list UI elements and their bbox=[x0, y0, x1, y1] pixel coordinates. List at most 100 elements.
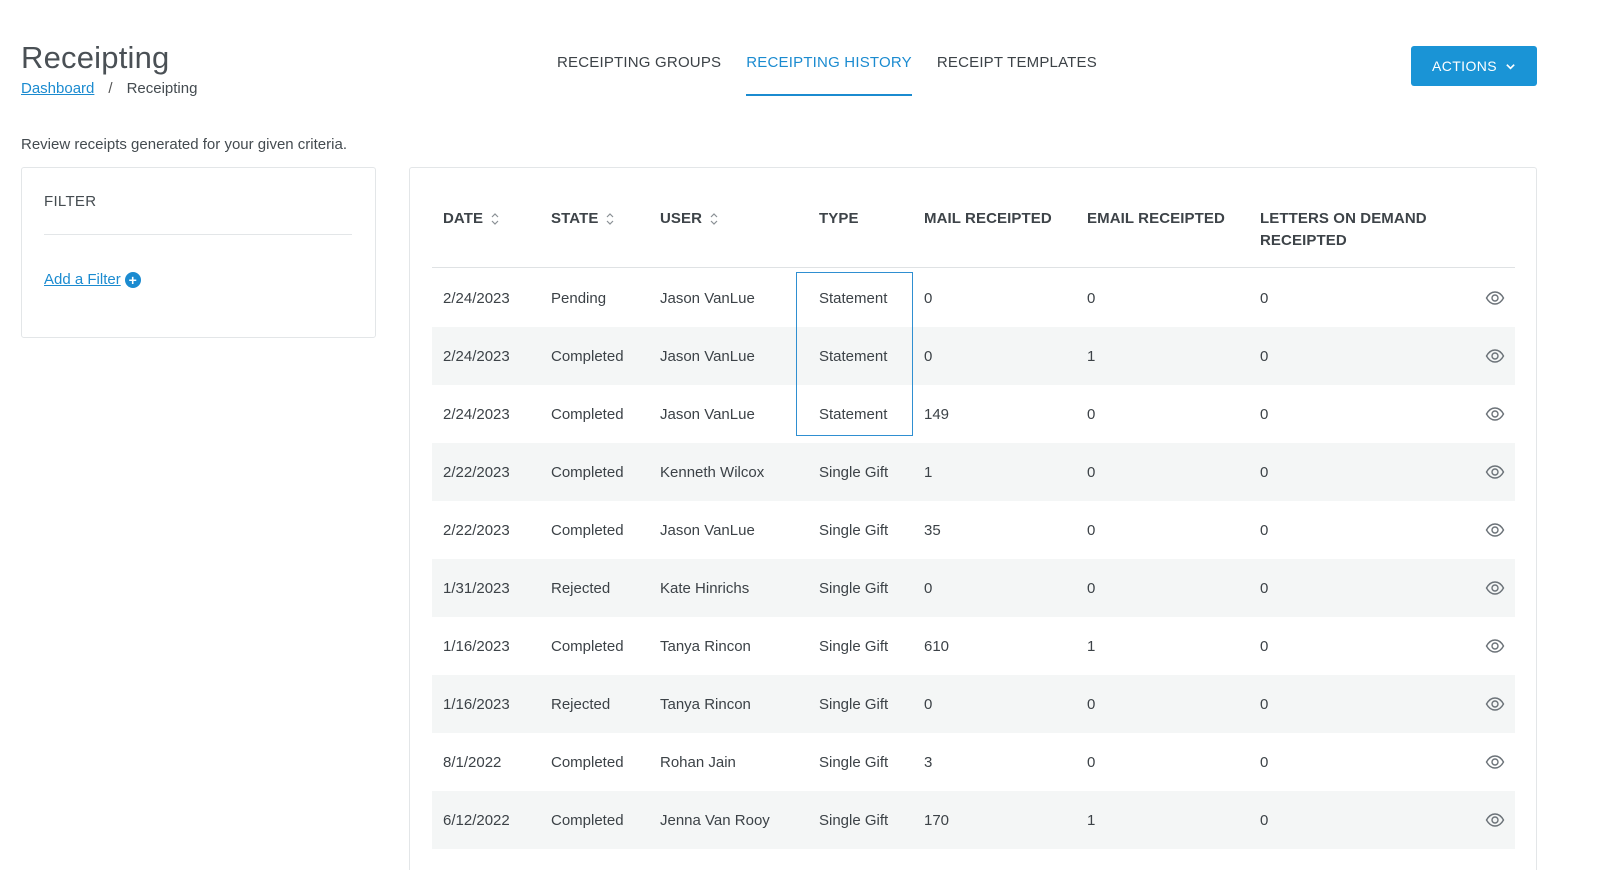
cell-letters-on-demand: 0 bbox=[1260, 463, 1269, 481]
cell-user: Tanya Rincon bbox=[660, 637, 751, 655]
cell-email-receipted: 0 bbox=[1087, 289, 1096, 307]
cell-letters-on-demand: 0 bbox=[1260, 405, 1269, 423]
sort-icon bbox=[710, 213, 718, 225]
column-label: EMAIL RECEIPTED bbox=[1087, 210, 1225, 227]
cell-user: Jason VanLue bbox=[660, 405, 755, 423]
cell-date: 6/12/2022 bbox=[443, 811, 510, 829]
table-row: 2/24/2023 Completed Jason VanLue Statement 1… bbox=[432, 385, 1515, 443]
table-row: 2/22/2023 Completed Kenneth Wilcox Single G… bbox=[432, 443, 1515, 501]
cell-email-receipted: 1 bbox=[1087, 347, 1096, 365]
column-header-mail-receipted: MAIL RECEIPTED bbox=[924, 208, 1052, 230]
cell-type: Single Gift bbox=[819, 521, 889, 539]
eye-icon[interactable] bbox=[1485, 637, 1505, 655]
cell-type: Statement bbox=[819, 347, 888, 365]
column-label: LETTERS ON DEMAND RECEIPTED bbox=[1260, 210, 1427, 249]
cell-type: Single Gift bbox=[819, 579, 889, 597]
cell-email-receipted: 0 bbox=[1087, 521, 1096, 539]
cell-state: Rejected bbox=[551, 579, 611, 597]
column-label: DATE bbox=[443, 210, 484, 227]
tab-bar: RECEIPTING GROUPS RECEIPTING HISTORY REC… bbox=[557, 54, 1097, 96]
cell-type: Single Gift bbox=[819, 753, 889, 771]
table-body: 2/24/2023 Pending Jason VanLue Statement 0 0 0… bbox=[432, 269, 1515, 849]
cell-date: 2/22/2023 bbox=[443, 463, 510, 481]
cell-mail-receipted: 610 bbox=[924, 637, 950, 655]
cell-state: Completed bbox=[551, 463, 624, 481]
page-title: Receipting bbox=[21, 40, 170, 75]
cell-date: 2/24/2023 bbox=[443, 289, 510, 307]
cell-user: Jason VanLue bbox=[660, 521, 755, 539]
cell-type: Statement bbox=[819, 405, 888, 423]
breadcrumb-dashboard-link[interactable]: Dashboard bbox=[21, 80, 94, 97]
column-header-state[interactable]: STATE bbox=[551, 208, 614, 230]
cell-type: Single Gift bbox=[819, 637, 889, 655]
tab-receipting-groups[interactable]: RECEIPTING GROUPS bbox=[557, 54, 721, 96]
cell-date: 1/16/2023 bbox=[443, 637, 510, 655]
cell-state: Rejected bbox=[551, 695, 611, 713]
cell-date: 8/1/2022 bbox=[443, 753, 502, 771]
column-header-email-receipted: EMAIL RECEIPTED bbox=[1087, 208, 1225, 230]
cell-email-receipted: 1 bbox=[1087, 811, 1096, 829]
page-description: Review receipts generated for your given… bbox=[21, 136, 347, 153]
cell-mail-receipted: 1 bbox=[924, 463, 933, 481]
table-row: 2/24/2023 Completed Jason VanLue Statement 0… bbox=[432, 327, 1515, 385]
eye-icon[interactable] bbox=[1485, 463, 1505, 481]
eye-icon[interactable] bbox=[1485, 695, 1505, 713]
cell-type: Single Gift bbox=[819, 811, 889, 829]
eye-icon[interactable] bbox=[1485, 347, 1505, 365]
cell-mail-receipted: 3 bbox=[924, 753, 933, 771]
cell-date: 2/22/2023 bbox=[443, 521, 510, 539]
eye-icon[interactable] bbox=[1485, 289, 1505, 307]
column-header-letters-on-demand: LETTERS ON DEMAND RECEIPTED bbox=[1260, 208, 1440, 252]
eye-icon[interactable] bbox=[1485, 405, 1505, 423]
cell-type: Single Gift bbox=[819, 695, 889, 713]
column-header-user[interactable]: USER bbox=[660, 208, 718, 230]
cell-user: Tanya Rincon bbox=[660, 695, 751, 713]
table-row: 2/22/2023 Completed Jason VanLue Single Gif… bbox=[432, 501, 1515, 559]
tab-receipt-templates[interactable]: RECEIPT TEMPLATES bbox=[937, 54, 1097, 96]
cell-state: Completed bbox=[551, 521, 624, 539]
cell-mail-receipted: 0 bbox=[924, 347, 933, 365]
tab-receipting-history[interactable]: RECEIPTING HISTORY bbox=[746, 54, 912, 96]
receipting-history-table: DATE STATE USER TYPE MAIL RECEIPTED EMAI… bbox=[409, 167, 1537, 870]
cell-state: Completed bbox=[551, 753, 624, 771]
cell-letters-on-demand: 0 bbox=[1260, 753, 1269, 771]
cell-user: Rohan Jain bbox=[660, 753, 736, 771]
actions-button-label: ACTIONS bbox=[1431, 58, 1498, 74]
eye-icon[interactable] bbox=[1485, 753, 1505, 771]
cell-letters-on-demand: 0 bbox=[1260, 347, 1269, 365]
table-row: 2/24/2023 Pending Jason VanLue Statement 0 0 0 bbox=[432, 269, 1515, 327]
actions-button[interactable]: ACTIONS bbox=[1411, 46, 1537, 86]
plus-circle-icon: + bbox=[124, 271, 141, 288]
cell-letters-on-demand: 0 bbox=[1260, 695, 1269, 713]
cell-mail-receipted: 0 bbox=[924, 695, 933, 713]
cell-state: Completed bbox=[551, 637, 624, 655]
cell-email-receipted: 0 bbox=[1087, 405, 1096, 423]
eye-icon[interactable] bbox=[1485, 579, 1505, 597]
cell-type: Single Gift bbox=[819, 463, 889, 481]
sort-icon bbox=[607, 213, 614, 225]
column-header-date[interactable]: DATE bbox=[443, 208, 499, 230]
cell-state: Completed bbox=[551, 405, 624, 423]
eye-icon[interactable] bbox=[1485, 811, 1505, 829]
chevron-down-icon bbox=[1506, 63, 1515, 70]
cell-state: Completed bbox=[551, 811, 624, 829]
cell-letters-on-demand: 0 bbox=[1260, 811, 1269, 829]
cell-state: Pending bbox=[551, 289, 607, 307]
filter-divider bbox=[44, 234, 352, 235]
eye-icon[interactable] bbox=[1485, 521, 1505, 539]
cell-email-receipted: 1 bbox=[1087, 637, 1096, 655]
cell-date: 1/16/2023 bbox=[443, 695, 510, 713]
breadcrumb-current: Receipting bbox=[126, 80, 198, 97]
sort-icon bbox=[491, 213, 499, 225]
table-row: 6/12/2022 Completed Jenna Van Rooy Single G… bbox=[432, 791, 1515, 849]
table-row: 1/16/2023 Rejected Tanya Rincon Single Gift… bbox=[432, 675, 1515, 733]
table-row: 1/31/2023 Rejected Kate Hinrichs Single Gif… bbox=[432, 559, 1515, 617]
filter-panel: FILTER Add a Filter + bbox=[21, 167, 376, 338]
column-label: MAIL RECEIPTED bbox=[924, 210, 1052, 227]
cell-user: Jason VanLue bbox=[660, 289, 755, 307]
filter-title: FILTER bbox=[44, 193, 97, 210]
add-filter-link[interactable]: Add a Filter + bbox=[44, 271, 141, 288]
add-filter-label: Add a Filter bbox=[44, 271, 121, 288]
cell-mail-receipted: 0 bbox=[924, 579, 933, 597]
cell-email-receipted: 0 bbox=[1087, 579, 1096, 597]
